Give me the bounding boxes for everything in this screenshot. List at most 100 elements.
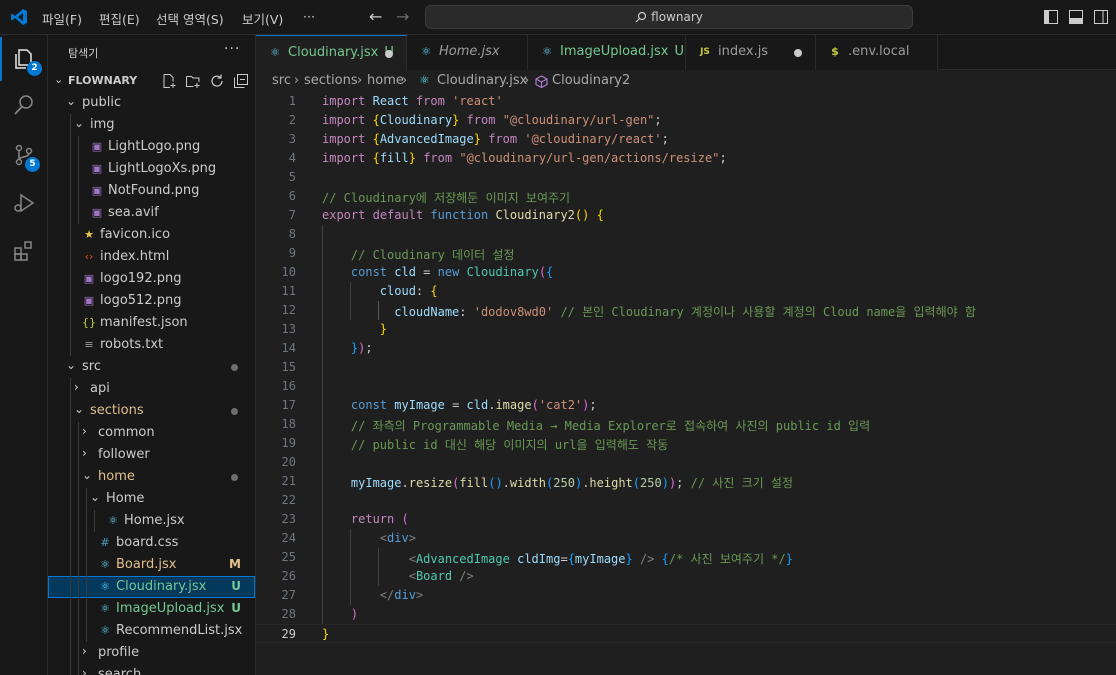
breadcrumb-file[interactable]: Cloudinary.jsx: [437, 73, 527, 88]
code-line: 1 import React from 'react': [288, 94, 503, 108]
tree-item[interactable]: ▣ sea.avif: [48, 202, 255, 224]
explorer-icon[interactable]: 2: [0, 37, 48, 81]
unsaved-dot-icon[interactable]: [794, 49, 802, 57]
code-line: 13 }: [281, 322, 388, 336]
tab-3[interactable]: JS index.js: [686, 35, 816, 70]
source-control-icon[interactable]: 5: [0, 133, 48, 177]
search-icon[interactable]: [0, 83, 48, 127]
code-editor[interactable]: 1 import React from 'react' 2 import {Clou…: [256, 92, 1116, 675]
menu-edit[interactable]: 편집(E): [99, 9, 140, 28]
tab-1[interactable]: ⚛ Home.jsx: [407, 35, 528, 70]
code-line: 16: [281, 379, 296, 393]
new-folder-icon[interactable]: [185, 73, 201, 89]
tree-item[interactable]: ★ favicon.ico: [48, 224, 255, 246]
tree-item-label: LightLogoXs.png: [108, 161, 217, 176]
tree-indent-guide: [78, 598, 79, 620]
tree-item[interactable]: ⌄ public: [48, 92, 255, 114]
breadcrumb-home[interactable]: home: [367, 73, 404, 88]
tree-item[interactable]: ⚛ Home.jsx: [48, 510, 255, 532]
tree-item[interactable]: › follower: [48, 444, 255, 466]
tree-item[interactable]: ⚛ Board.jsx M: [48, 554, 255, 576]
image-file-icon: ▣: [83, 272, 95, 285]
tree-item-label: profile: [98, 645, 140, 660]
new-file-icon[interactable]: [161, 73, 177, 89]
html-file-icon: ‹›: [84, 250, 94, 263]
tree-item[interactable]: ⚛ Cloudinary.jsx U: [48, 576, 255, 598]
breadcrumb: src › sections › home › ⚛ Cloudinary.jsx…: [256, 70, 1116, 92]
chevron-down-icon: ⌄: [74, 402, 85, 416]
extensions-icon[interactable]: [0, 229, 48, 273]
chevron-down-icon: ⌄: [90, 490, 101, 504]
tree-indent-guide: [70, 598, 71, 620]
tab-label: index.js: [718, 44, 768, 59]
breadcrumb-src[interactable]: src: [272, 73, 291, 88]
tree-item[interactable]: › common: [48, 422, 255, 444]
tree-item[interactable]: ‹› index.html: [48, 246, 255, 268]
breadcrumb-separator: ›: [294, 73, 300, 88]
tree-item[interactable]: ⚛ RecommendList.jsx: [48, 620, 255, 642]
sidebar-more-button[interactable]: ···: [224, 41, 240, 57]
tree-item-label: follower: [98, 447, 150, 462]
menu-selection[interactable]: 선택 영역(S): [156, 9, 224, 28]
tree-item[interactable]: ⌄ home: [48, 466, 255, 488]
breadcrumb-sections[interactable]: sections: [304, 73, 358, 88]
tree-indent-guide: [70, 554, 71, 576]
tree-item-label: favicon.ico: [100, 227, 171, 242]
git-status-badge: U: [231, 601, 241, 615]
tab-2[interactable]: ⚛ ImageUpload.jsx U: [528, 35, 686, 70]
workspace-root[interactable]: ⌄ FLOWNARY: [48, 70, 255, 92]
code-line: 23 return (: [281, 512, 409, 526]
run-debug-icon[interactable]: [0, 181, 48, 225]
refresh-icon[interactable]: [209, 73, 225, 89]
tab-0[interactable]: ⚛ Cloudinary.jsxU: [256, 35, 407, 71]
tree-item[interactable]: ⌄ img: [48, 114, 255, 136]
chevron-down-icon: ⌄: [66, 358, 77, 372]
tree-item[interactable]: ⌄ src: [48, 356, 255, 378]
tree-item[interactable]: › search: [48, 664, 255, 675]
tree-item[interactable]: ▣ logo192.png: [48, 268, 255, 290]
tree-indent-guide: [70, 532, 71, 554]
tree-indent-guide: [78, 466, 79, 488]
tree-item-label: Home: [106, 491, 145, 506]
menu-view[interactable]: 보기(V): [242, 9, 283, 28]
command-center-search[interactable]: flownary: [425, 5, 913, 29]
tab-4[interactable]: $ .env.local: [816, 35, 938, 70]
code-line: 19 // public id 대신 해당 이미지의 url을 입력해도 작동: [281, 436, 669, 452]
tree-item[interactable]: ▣ LightLogoXs.png: [48, 158, 255, 180]
tree-item[interactable]: ⌄ sections: [48, 400, 255, 422]
chevron-down-icon: ⌄: [66, 94, 77, 108]
collapse-all-icon[interactable]: [233, 73, 249, 89]
tree-item[interactable]: {} manifest.json: [48, 312, 255, 334]
vscode-logo-icon[interactable]: [10, 8, 28, 26]
forward-arrow-icon[interactable]: →: [396, 7, 409, 26]
tree-item[interactable]: ▣ NotFound.png: [48, 180, 255, 202]
tree-item-label: Cloudinary.jsx: [116, 579, 207, 594]
tree-item[interactable]: ▣ LightLogo.png: [48, 136, 255, 158]
tree-indent-guide: [70, 422, 71, 444]
tree-item[interactable]: ≡ robots.txt: [48, 334, 255, 356]
toggle-panel-icon[interactable]: [1069, 10, 1083, 24]
tree-item[interactable]: › api: [48, 378, 255, 400]
code-line: 2 import {Cloudinary} from "@cloudinary/u…: [288, 113, 662, 127]
tree-item-label: Board.jsx: [116, 557, 177, 572]
tree-item[interactable]: ⌄ Home: [48, 488, 255, 510]
tree-indent-guide: [78, 136, 79, 158]
back-arrow-icon[interactable]: ←: [369, 7, 382, 26]
code-line: 17 const myImage = cld.image('cat2');: [281, 398, 597, 412]
tree-item[interactable]: › profile: [48, 642, 255, 664]
tree-item[interactable]: # board.css: [48, 532, 255, 554]
react-icon: ⚛: [419, 73, 430, 87]
breadcrumb-symbol[interactable]: Cloudinary2: [552, 73, 630, 88]
menu-file[interactable]: 파일(F): [42, 9, 82, 28]
git-status-badge: U: [231, 579, 241, 593]
tree-item-label: home: [98, 469, 135, 484]
code-line: 5: [288, 170, 296, 184]
tree-item[interactable]: ▣ logo512.png: [48, 290, 255, 312]
menu-more[interactable]: ···: [303, 9, 315, 24]
toggle-secondary-sidebar-icon[interactable]: [1094, 10, 1108, 24]
activity-bar: 2 5: [0, 35, 48, 675]
toggle-sidebar-icon[interactable]: [1044, 10, 1058, 24]
unsaved-dot-icon[interactable]: [385, 50, 393, 58]
tree-item[interactable]: ⚛ ImageUpload.jsx U: [48, 598, 255, 620]
code-line: 7 export default function Cloudinary2() {: [288, 208, 604, 222]
